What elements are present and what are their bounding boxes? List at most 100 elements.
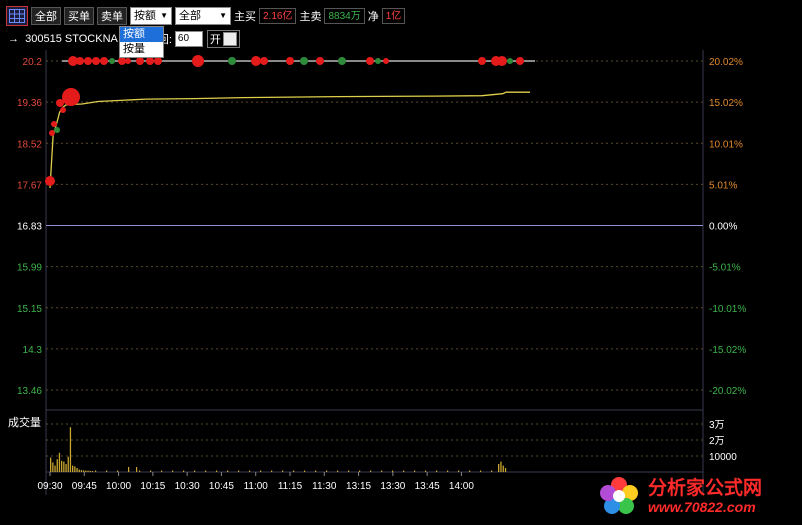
volume-bar (58, 452, 61, 472)
order-dot (383, 58, 389, 64)
volume-bar (293, 470, 295, 472)
volume-bar (436, 470, 438, 472)
pct-tick-label: -10.01% (709, 304, 746, 315)
pct-tick-label: 15.02% (709, 98, 743, 109)
volume-bar (502, 465, 504, 472)
order-dot (146, 57, 154, 65)
time-tick-label: 11:15 (278, 481, 303, 492)
order-dot (45, 176, 55, 186)
volume-bar (183, 470, 185, 472)
order-dot (60, 107, 66, 113)
volume-bar (50, 457, 52, 472)
volume-bar (469, 470, 471, 472)
time-tick-label: 11:30 (312, 481, 337, 492)
price-tick-label: 20.2 (23, 57, 43, 68)
price-tick-label: 16.83 (17, 222, 42, 233)
volume-bar (227, 470, 229, 472)
volume-bar (65, 464, 67, 472)
order-dot (192, 55, 204, 67)
volume-bar (381, 470, 383, 472)
order-dot (316, 57, 324, 65)
order-dot (136, 57, 144, 65)
order-dot (76, 57, 84, 65)
time-tick-label: 10:00 (106, 481, 131, 492)
time-tick-label: 10:45 (209, 481, 234, 492)
order-dot (286, 57, 294, 65)
volume-bar (78, 469, 80, 472)
volume-tick-label: 2万 (709, 436, 725, 447)
order-dot (154, 57, 162, 65)
order-dot (338, 57, 346, 65)
volume-bar (392, 470, 394, 472)
volume-bar (359, 470, 361, 472)
volume-bar (85, 470, 87, 472)
volume-bar (61, 460, 63, 472)
volume-bar (67, 456, 69, 472)
volume-bar (205, 470, 207, 472)
order-dot (507, 58, 513, 64)
volume-bar (69, 427, 72, 472)
order-dot (300, 57, 308, 65)
price-tick-label: 18.52 (17, 139, 42, 150)
intraday-chart: 成交量 20.2 20.02% 19.36 15.02% 18.52 10.01% 17.6… (8, 50, 746, 495)
time-tick-label: 13:30 (380, 481, 405, 492)
volume-bar (91, 471, 94, 472)
volume-bar (326, 470, 328, 472)
volume-bar (89, 470, 91, 472)
flower-logo-icon (600, 477, 638, 514)
pct-tick-label: -5.01% (709, 263, 741, 274)
dropdown-option[interactable]: 按额 (120, 27, 163, 42)
time-tick-label: 13:15 (346, 481, 371, 492)
logo-url: www.70822.com (648, 498, 756, 515)
volume-bar (500, 461, 502, 472)
volume-bar (403, 470, 405, 472)
volume-bar (238, 470, 240, 472)
volume-bar (271, 470, 273, 472)
order-dot (366, 57, 374, 65)
time-tick-label: 13:45 (415, 481, 440, 492)
volume-bar (348, 470, 350, 472)
volume-bar (172, 470, 174, 472)
volume-bar (370, 470, 372, 472)
price-tick-label: 17.67 (17, 180, 42, 191)
volume-bar (315, 470, 317, 472)
volume-bar (260, 470, 262, 472)
time-tick-label: 11:00 (244, 481, 269, 492)
volume-tick-label: 3万 (709, 420, 725, 431)
volume-bar (414, 470, 416, 472)
volume-bar (337, 470, 339, 472)
order-dot (125, 58, 131, 64)
site-logo: 分析家公式网 www.70822.com (596, 472, 796, 520)
time-tick-label: 09:30 (37, 481, 62, 492)
volume-bar (136, 467, 138, 472)
price-tick-label: 15.99 (17, 263, 42, 274)
pct-tick-label: 0.00% (709, 222, 737, 233)
volume-bar (54, 465, 56, 472)
order-dot (92, 57, 100, 65)
price-line (49, 91, 530, 188)
order-dot (51, 121, 57, 127)
volume-bar (491, 470, 493, 472)
volume-bar (80, 470, 83, 472)
volume-bar (447, 470, 449, 472)
order-dot (251, 56, 261, 66)
pct-tick-label: -20.02% (709, 386, 746, 397)
time-tick-label: 09:45 (72, 481, 97, 492)
order-dot (516, 57, 524, 65)
volume-bar (95, 470, 97, 472)
order-dot (100, 57, 108, 65)
volume-bar (128, 467, 130, 472)
volume-bar (216, 470, 218, 472)
volume-bar (74, 466, 76, 472)
volume-bar (458, 470, 460, 472)
volume-bar (72, 465, 74, 472)
volume-bar (425, 470, 427, 472)
volume-bar (76, 468, 78, 472)
volume-bar (304, 470, 306, 472)
order-dot (497, 56, 507, 66)
volume-bar (150, 470, 152, 472)
volume-bar (139, 470, 141, 472)
volume-title: 成交量 (8, 415, 41, 429)
dropdown-option[interactable]: 按量 (120, 42, 163, 57)
pct-tick-label: 5.01% (709, 180, 737, 191)
